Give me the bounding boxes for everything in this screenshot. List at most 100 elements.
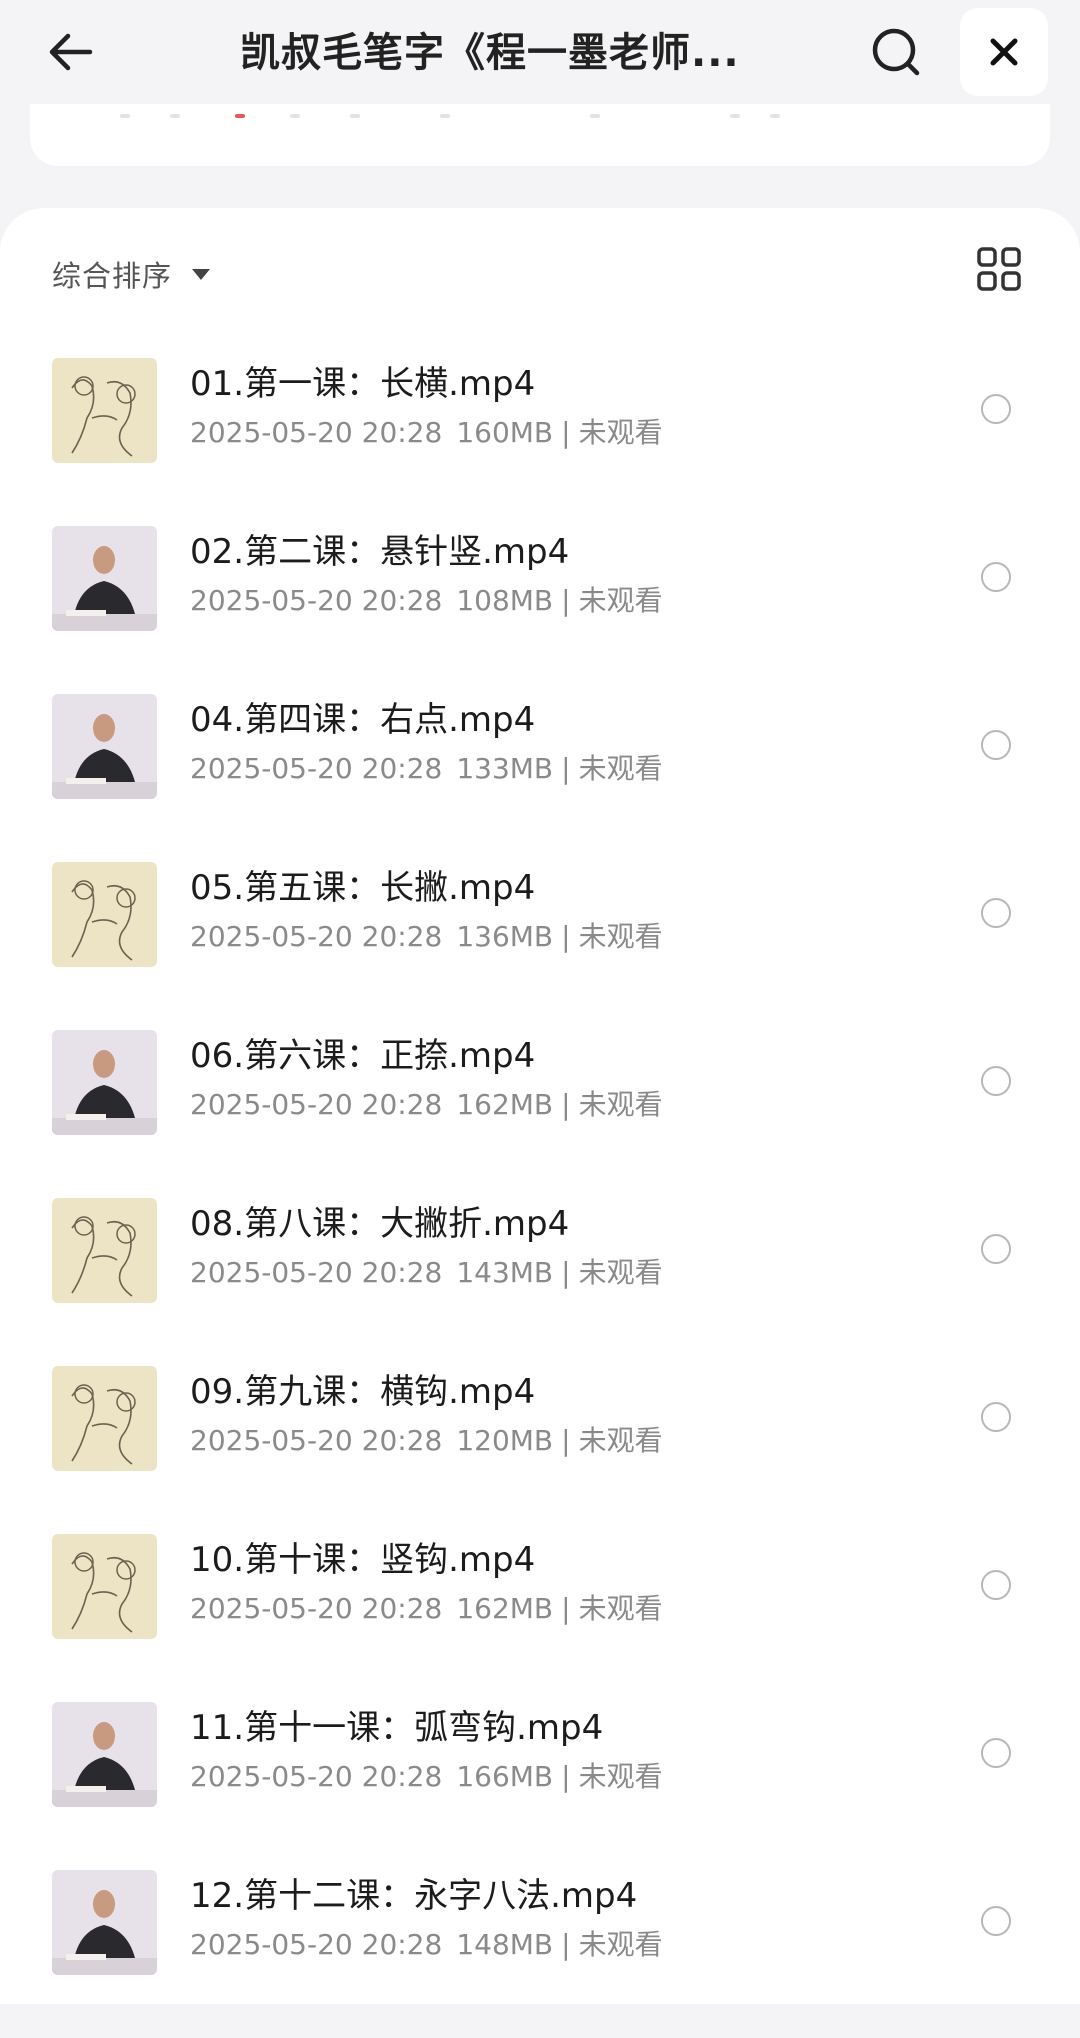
file-meta: 2025-05-20 20:28 160MB | 未观看	[190, 414, 930, 452]
file-meta: 2025-05-20 20:28 148MB | 未观看	[190, 1926, 930, 1964]
file-name: 06.第六课：正捺.mp4	[190, 1036, 536, 1076]
watch-status: 未观看	[578, 416, 663, 449]
sort-dropdown[interactable]: 综合排序	[52, 246, 211, 302]
search-icon	[872, 28, 920, 76]
meta-separator: |	[561, 584, 571, 617]
file-date: 2025-05-20 20:28	[190, 1760, 443, 1793]
file-size: 166MB	[456, 1760, 554, 1793]
file-list-panel: 综合排序 01.第一课：长横.mp4 2025-05-20 20:28 160MB |…	[0, 208, 1080, 2004]
meta-separator: |	[561, 752, 571, 785]
folder-info-card	[30, 104, 1050, 166]
watch-status: 未观看	[578, 1928, 663, 1961]
page-title: 凯叔毛笔字《程一墨老师...	[240, 30, 740, 76]
video-thumbnail	[52, 1702, 157, 1807]
file-date: 2025-05-20 20:28	[190, 920, 443, 953]
close-button[interactable]	[960, 8, 1048, 96]
watch-status: 未观看	[578, 1592, 663, 1625]
meta-separator: |	[561, 1256, 571, 1289]
select-radio[interactable]	[981, 1906, 1011, 1936]
file-row[interactable]: 02.第二课：悬针竖.mp4 2025-05-20 20:28 108MB | 未观看	[0, 526, 1080, 694]
file-row[interactable]: 01.第一课：长横.mp4 2025-05-20 20:28 160MB | 未观看	[0, 358, 1080, 526]
file-name: 01.第一课：长横.mp4	[190, 364, 536, 404]
file-name: 05.第五课：长撇.mp4	[190, 868, 536, 908]
arrow-left-icon	[49, 33, 93, 71]
file-row[interactable]: 12.第十二课：永字八法.mp4 2025-05-20 20:28 148MB | 未观…	[0, 1870, 1080, 2038]
file-date: 2025-05-20 20:28	[190, 1928, 443, 1961]
watch-status: 未观看	[578, 1088, 663, 1121]
caret-down-icon	[192, 268, 211, 280]
grid-view-button[interactable]	[976, 246, 1026, 296]
file-date: 2025-05-20 20:28	[190, 1424, 443, 1457]
file-name: 04.第四课：右点.mp4	[190, 700, 536, 740]
file-size: 133MB	[456, 752, 554, 785]
file-row[interactable]: 09.第九课：横钩.mp4 2025-05-20 20:28 120MB | 未观看	[0, 1366, 1080, 1534]
video-thumbnail	[52, 694, 157, 799]
file-name: 02.第二课：悬针竖.mp4	[190, 532, 570, 572]
select-radio[interactable]	[981, 1402, 1011, 1432]
meta-separator: |	[561, 1424, 571, 1457]
sort-label: 综合排序	[52, 259, 173, 293]
select-radio[interactable]	[981, 1066, 1011, 1096]
file-row[interactable]: 05.第五课：长撇.mp4 2025-05-20 20:28 136MB | 未观看	[0, 862, 1080, 1030]
top-navigation-bar: 凯叔毛笔字《程一墨老师...	[0, 0, 1080, 110]
file-row[interactable]: 10.第十课：竖钩.mp4 2025-05-20 20:28 162MB | 未观看	[0, 1534, 1080, 1702]
file-name: 12.第十二课：永字八法.mp4	[190, 1876, 638, 1916]
file-size: 143MB	[456, 1256, 554, 1289]
video-thumbnail	[52, 358, 157, 463]
file-meta: 2025-05-20 20:28 120MB | 未观看	[190, 1422, 930, 1460]
back-button[interactable]	[40, 22, 100, 82]
card-remnant	[30, 114, 1050, 120]
watch-status: 未观看	[578, 1760, 663, 1793]
select-radio[interactable]	[981, 1738, 1011, 1768]
select-radio[interactable]	[981, 1234, 1011, 1264]
select-radio[interactable]	[981, 898, 1011, 928]
file-date: 2025-05-20 20:28	[190, 1088, 443, 1121]
select-radio[interactable]	[981, 562, 1011, 592]
file-meta: 2025-05-20 20:28 143MB | 未观看	[190, 1254, 930, 1292]
file-meta: 2025-05-20 20:28 108MB | 未观看	[190, 582, 930, 620]
meta-separator: |	[561, 416, 571, 449]
video-thumbnail	[52, 862, 157, 967]
file-name: 10.第十课：竖钩.mp4	[190, 1540, 536, 1580]
file-row[interactable]: 11.第十一课：弧弯钩.mp4 2025-05-20 20:28 166MB | 未观看	[0, 1702, 1080, 1870]
file-row[interactable]: 06.第六课：正捺.mp4 2025-05-20 20:28 162MB | 未观看	[0, 1030, 1080, 1198]
file-size: 160MB	[456, 416, 554, 449]
file-row[interactable]: 04.第四课：右点.mp4 2025-05-20 20:28 133MB | 未观看	[0, 694, 1080, 862]
file-row[interactable]: 08.第八课：大撇折.mp4 2025-05-20 20:28 143MB | 未观看	[0, 1198, 1080, 1366]
file-meta: 2025-05-20 20:28 133MB | 未观看	[190, 750, 930, 788]
select-radio[interactable]	[981, 730, 1011, 760]
file-meta: 2025-05-20 20:28 136MB | 未观看	[190, 918, 930, 956]
file-meta: 2025-05-20 20:28 162MB | 未观看	[190, 1086, 930, 1124]
select-radio[interactable]	[981, 394, 1011, 424]
file-meta: 2025-05-20 20:28 166MB | 未观看	[190, 1758, 930, 1796]
file-size: 162MB	[456, 1592, 554, 1625]
file-date: 2025-05-20 20:28	[190, 584, 443, 617]
file-date: 2025-05-20 20:28	[190, 752, 443, 785]
file-size: 148MB	[456, 1928, 554, 1961]
video-thumbnail	[52, 526, 157, 631]
video-thumbnail	[52, 1534, 157, 1639]
watch-status: 未观看	[578, 1256, 663, 1289]
video-thumbnail	[52, 1030, 157, 1135]
file-date: 2025-05-20 20:28	[190, 1592, 443, 1625]
grid-view-icon	[977, 247, 1021, 291]
meta-separator: |	[561, 1592, 571, 1625]
meta-separator: |	[561, 920, 571, 953]
close-icon	[990, 38, 1018, 66]
meta-separator: |	[561, 1088, 571, 1121]
watch-status: 未观看	[578, 1424, 663, 1457]
select-radio[interactable]	[981, 1570, 1011, 1600]
file-size: 120MB	[456, 1424, 554, 1457]
file-name: 09.第九课：横钩.mp4	[190, 1372, 536, 1412]
file-name: 08.第八课：大撇折.mp4	[190, 1204, 570, 1244]
file-meta: 2025-05-20 20:28 162MB | 未观看	[190, 1590, 930, 1628]
search-button[interactable]	[866, 22, 926, 82]
file-date: 2025-05-20 20:28	[190, 1256, 443, 1289]
video-thumbnail	[52, 1198, 157, 1303]
video-thumbnail	[52, 1366, 157, 1471]
file-size: 162MB	[456, 1088, 554, 1121]
file-size: 108MB	[456, 584, 554, 617]
video-thumbnail	[52, 1870, 157, 1975]
file-date: 2025-05-20 20:28	[190, 416, 443, 449]
file-name: 11.第十一课：弧弯钩.mp4	[190, 1708, 604, 1748]
